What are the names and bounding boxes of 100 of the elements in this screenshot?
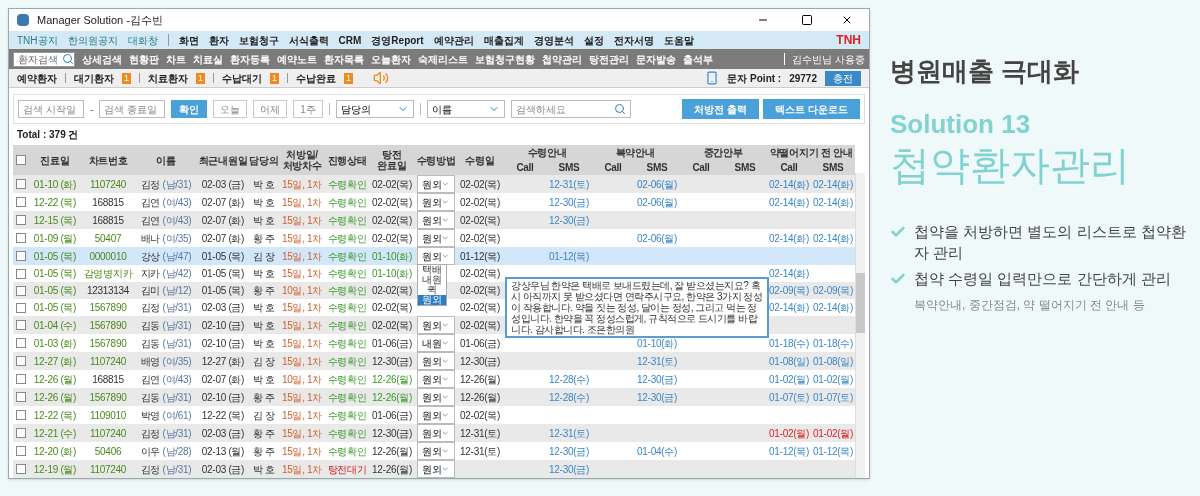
notice-date[interactable]: 01-07(토) bbox=[813, 391, 853, 403]
row-checkbox[interactable] bbox=[16, 374, 26, 384]
row-checkbox[interactable] bbox=[16, 464, 26, 474]
confirm-button[interactable]: 확인 bbox=[171, 100, 208, 118]
notice-date[interactable]: 12-28(수) bbox=[549, 373, 589, 385]
select-field[interactable]: 원외 bbox=[417, 316, 455, 334]
row-checkbox[interactable] bbox=[16, 410, 26, 420]
select-field[interactable]: 원외 bbox=[417, 388, 455, 406]
row-checkbox[interactable] bbox=[16, 338, 26, 348]
select-all-checkbox[interactable] bbox=[16, 155, 26, 165]
row-checkbox[interactable] bbox=[16, 302, 26, 313]
range-button[interactable]: 어제 bbox=[253, 100, 288, 118]
menu-item[interactable]: 보험청구 bbox=[238, 32, 279, 48]
notice-date[interactable]: 02-14(화) bbox=[769, 268, 809, 279]
toolbar-item[interactable]: 보험청구현황 bbox=[475, 51, 535, 67]
notice-date[interactable]: 12-30(금) bbox=[637, 373, 677, 385]
status-tab[interactable]: 예약환자 bbox=[17, 70, 57, 86]
column-header[interactable]: 차트번호 bbox=[81, 154, 135, 166]
select-field[interactable]: 원외 bbox=[417, 460, 455, 478]
notice-date[interactable]: 02-09(목) bbox=[813, 285, 853, 296]
toolbar-item[interactable]: 문자발송 bbox=[636, 51, 676, 67]
toolbar-item[interactable]: 탕전관리 bbox=[589, 51, 629, 67]
row-checkbox[interactable] bbox=[16, 428, 26, 438]
toolbar-item[interactable]: 환자목록 bbox=[324, 51, 364, 67]
notice-date[interactable]: 12-30(금) bbox=[637, 391, 677, 403]
notice-link[interactable]: 대화창 bbox=[127, 32, 158, 48]
table-row[interactable]: 12-26 (월) 168815 김연 (여/43) 02-07 (화) 박 호 10일, 1차 수령확인 12-26(월) 원외 12-26(월) 12-28(수) 12-30(금) 01-02(월) 01-02(월) bbox=[13, 370, 855, 388]
action-button[interactable]: 텍스트 다운로드 bbox=[763, 99, 860, 119]
notice-date[interactable]: 02-14(화) bbox=[813, 196, 853, 208]
select-field[interactable]: 원외 bbox=[417, 424, 455, 442]
select-field[interactable]: 원외 bbox=[417, 352, 455, 370]
row-checkbox[interactable] bbox=[16, 356, 26, 366]
notice-date[interactable]: 01-18(수) bbox=[769, 337, 809, 349]
select-field[interactable]: 원외 bbox=[417, 370, 455, 388]
notice-link[interactable]: TNH공지 bbox=[17, 32, 58, 48]
select-field[interactable]: 원외 bbox=[417, 406, 455, 424]
row-checkbox[interactable] bbox=[16, 179, 26, 189]
notice-date[interactable]: 01-12(목) bbox=[769, 445, 809, 457]
notice-date[interactable]: 01-04(수) bbox=[637, 445, 677, 457]
column-header[interactable]: 최근내원일 bbox=[197, 154, 249, 166]
start-date-field[interactable]: 검색 시작일 bbox=[18, 100, 84, 118]
row-checkbox[interactable] bbox=[16, 392, 26, 402]
menu-item[interactable]: 환자 bbox=[208, 32, 229, 48]
dropdown-option[interactable]: 택배 bbox=[418, 265, 446, 275]
patient-search-field[interactable]: 환자검색 bbox=[14, 52, 62, 66]
row-checkbox[interactable] bbox=[16, 285, 26, 296]
row-checkbox[interactable] bbox=[16, 233, 26, 243]
select-field[interactable]: 이름 bbox=[426, 100, 505, 118]
select-field[interactable]: 원외 bbox=[417, 442, 455, 460]
notice-date[interactable]: 01-08(일) bbox=[769, 355, 809, 367]
menu-item[interactable]: 경영Report bbox=[371, 32, 424, 48]
status-tab[interactable]: 수납대기 bbox=[222, 70, 263, 86]
toolbar-item[interactable]: 치료실 bbox=[193, 51, 223, 67]
notice-date[interactable]: 12-30(금) bbox=[549, 463, 589, 475]
table-row[interactable]: 12-26 (월) 1567890 김동 (남/31) 02-10 (금) 황 주 15일, 1차 수령확인 12-26(월) 원외 12-26(월) 12-28(수) 12-30(금) 01-07(토) 01-07(토) bbox=[13, 388, 855, 406]
toolbar-item[interactable]: 환자등록 bbox=[230, 51, 270, 67]
patient-search-box[interactable]: 환자검색 bbox=[13, 51, 75, 67]
notice-date[interactable]: 12-28(수) bbox=[549, 391, 589, 403]
notice-date[interactable]: 01-02(월) bbox=[813, 373, 853, 385]
table-row[interactable]: 12-20 (화) 50406 이우 (남/28) 02-13 (월) 황 주 15일, 1차 수령확인 12-26(월) 원외 12-31(토) 12-30(금) 01-04(수) 01-12(목) 01-12(목) bbox=[13, 442, 855, 460]
menu-item[interactable]: 매출집계 bbox=[483, 32, 524, 48]
toolbar-item[interactable]: 첩약관리 bbox=[542, 51, 582, 67]
column-header[interactable]: 진료일 bbox=[29, 154, 81, 166]
notice-date[interactable]: 12-30(금) bbox=[549, 196, 589, 208]
column-header[interactable]: 수령일 bbox=[457, 154, 503, 166]
row-checkbox[interactable] bbox=[16, 251, 26, 261]
column-header[interactable]: 진행상태 bbox=[325, 154, 369, 166]
toolbar-item[interactable]: 상세검색 bbox=[82, 51, 122, 67]
select-field[interactable]: 원외 bbox=[417, 229, 455, 247]
select-field[interactable]: 원외 bbox=[417, 247, 455, 265]
row-checkbox[interactable] bbox=[16, 215, 26, 225]
select-field[interactable]: 원외 bbox=[417, 193, 455, 211]
toolbar-item[interactable]: 현황판 bbox=[129, 51, 159, 67]
search-icon[interactable] bbox=[62, 53, 74, 65]
notice-date[interactable]: 01-07(토) bbox=[769, 391, 809, 403]
column-header[interactable]: 담당의 bbox=[249, 154, 279, 166]
notice-date[interactable]: 12-31(토) bbox=[549, 178, 589, 190]
status-tab[interactable]: 치료환자 bbox=[148, 70, 188, 86]
action-button[interactable]: 처방전 출력 bbox=[682, 99, 760, 119]
menu-item[interactable]: 전자서명 bbox=[613, 32, 654, 48]
status-tab[interactable]: 대기환자 bbox=[74, 70, 114, 86]
notice-date[interactable]: 01-02(월) bbox=[813, 427, 853, 439]
notice-date[interactable]: 02-14(화) bbox=[769, 232, 809, 244]
notice-date[interactable]: 01-02(월) bbox=[769, 373, 809, 385]
column-header[interactable]: 탕전 완료일 bbox=[369, 149, 415, 171]
notice-date[interactable]: 02-09(목) bbox=[769, 285, 809, 296]
speaker-icon[interactable] bbox=[373, 70, 390, 86]
table-row[interactable]: 12-19 (월) 1107240 김정 (남/31) 02-03 (금) 박 호 15일, 1차 탕전대기 12-26(월) 원외 12-30(금) bbox=[13, 460, 855, 478]
close-icon[interactable] bbox=[841, 14, 853, 26]
row-checkbox[interactable] bbox=[16, 197, 26, 207]
menu-item[interactable]: 화면 bbox=[178, 32, 199, 48]
menu-item[interactable]: 서식출력 bbox=[288, 32, 329, 48]
select-field[interactable]: 내원 bbox=[417, 334, 455, 352]
row-checkbox[interactable] bbox=[16, 320, 26, 330]
table-row[interactable]: 01-09 (월) 50407 배나 (여/35) 02-07 (화) 황 주 15일, 1차 수령확인 02-02(목) 원외 02-02(목) 02-06(월) 02-14(화) 02-14(화) bbox=[13, 229, 855, 247]
notice-date[interactable]: 01-18(수) bbox=[813, 337, 853, 349]
table-row[interactable]: 12-27 (화) 1107240 배영 (여/35) 12-27 (화) 김 장 15일, 1차 수령확인 12-30(금) 원외 12-30(금) 12-31(토) 01-08(일) 01-08(일) bbox=[13, 352, 855, 370]
status-tab[interactable]: 수납완료 bbox=[296, 70, 337, 86]
select-field[interactable]: 담당의 bbox=[335, 100, 414, 118]
notice-date[interactable]: 12-31(토) bbox=[549, 427, 589, 439]
